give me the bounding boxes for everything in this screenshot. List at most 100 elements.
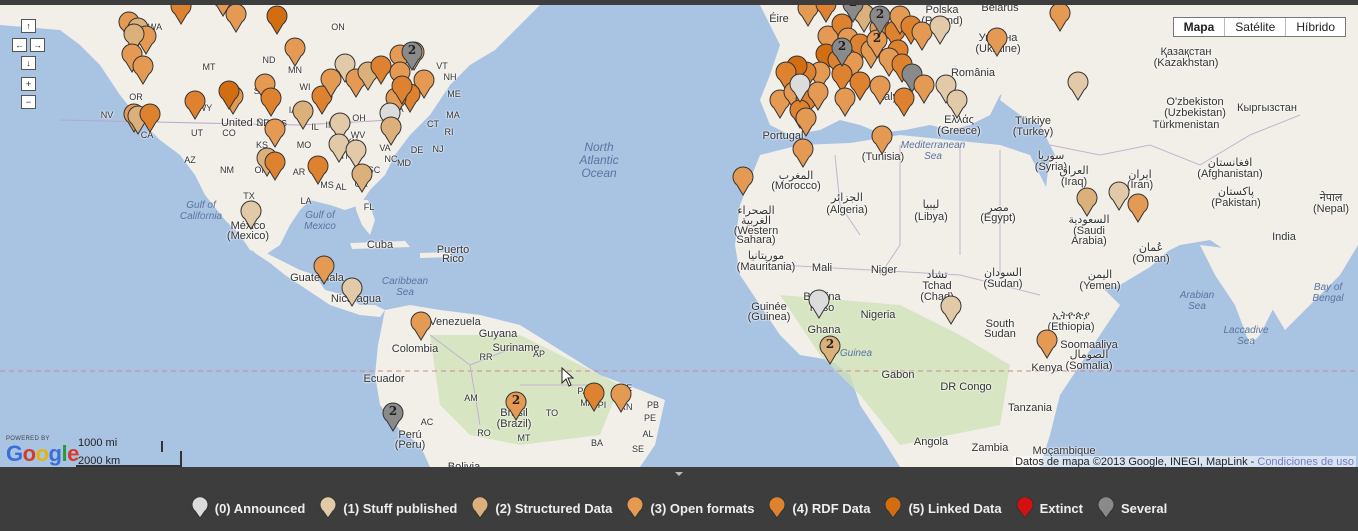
cluster-marker[interactable]: 2: [818, 335, 842, 365]
dataset-marker[interactable]: [217, 80, 241, 110]
dataset-marker[interactable]: [263, 118, 287, 148]
cluster-marker[interactable]: 2: [504, 391, 528, 421]
ocean-label: Atlantic: [579, 153, 619, 167]
pan-right-button[interactable]: →: [30, 38, 45, 52]
pan-down-button[interactable]: ↓: [21, 56, 36, 70]
pan-left-button[interactable]: ←: [12, 38, 27, 52]
state-label: ND: [262, 55, 276, 65]
dataset-marker[interactable]: [870, 125, 894, 155]
scale-metric: 2000 km: [78, 455, 121, 467]
country-label: Türkmenistan: [1152, 119, 1220, 131]
country-label: (Pakistan): [1211, 197, 1261, 209]
dataset-marker[interactable]: [945, 89, 969, 119]
dataset-marker[interactable]: [1035, 329, 1059, 359]
dataset-marker[interactable]: [350, 163, 374, 193]
country-label: (Mauritania): [736, 261, 796, 273]
dataset-marker[interactable]: [985, 27, 1009, 57]
sea-label: Sea: [1237, 336, 1255, 347]
dataset-marker[interactable]: [791, 138, 815, 168]
state-label: PE: [643, 413, 657, 423]
dataset-marker[interactable]: [340, 277, 364, 307]
marker-open-formats-icon: [626, 497, 644, 519]
map-type-hybrid-button[interactable]: Híbrido: [1286, 18, 1345, 36]
google-logo[interactable]: POWERED BY Google: [6, 436, 79, 467]
state-label: FL: [363, 202, 375, 212]
dataset-marker[interactable]: [239, 200, 263, 230]
sea-label: Mexico: [304, 221, 336, 232]
sea-label: Bengal: [1312, 293, 1344, 304]
dataset-marker[interactable]: [1048, 5, 1072, 32]
terms-of-use-link[interactable]: Condiciones de uso: [1257, 456, 1354, 467]
dataset-marker[interactable]: [582, 382, 606, 412]
state-label: RO: [477, 428, 491, 438]
pan-up-button[interactable]: ↑: [21, 19, 36, 33]
dataset-marker[interactable]: [1066, 71, 1090, 101]
legend-item-several: Several: [1097, 497, 1167, 519]
legend: (0) Announced (1) Stuff published (2) St…: [0, 497, 1358, 519]
country-label: Кыргызстан: [1237, 102, 1297, 114]
state-label: OH: [352, 113, 366, 123]
zoom-out-button[interactable]: −: [21, 95, 36, 109]
dataset-marker[interactable]: [409, 311, 433, 341]
country-label: (Peru): [394, 439, 426, 451]
dataset-marker[interactable]: [939, 295, 963, 325]
dataset-marker[interactable]: [169, 5, 193, 25]
dataset-marker[interactable]: [211, 5, 235, 17]
cluster-marker[interactable]: 2: [868, 5, 892, 35]
state-label: AC: [420, 417, 434, 427]
dataset-marker[interactable]: [609, 383, 633, 413]
dataset-marker[interactable]: [1126, 193, 1150, 223]
dataset-marker[interactable]: [390, 75, 414, 105]
country-label: (Kazakhstan): [1153, 57, 1219, 69]
dataset-marker[interactable]: [183, 90, 207, 120]
dataset-marker[interactable]: [794, 107, 818, 137]
scale-tick: [161, 441, 163, 452]
dataset-marker[interactable]: [379, 116, 403, 146]
cluster-marker[interactable]: 2: [830, 37, 854, 67]
marker-several-icon: [1097, 497, 1115, 519]
legend-item-stuff-published: (1) Stuff published: [319, 497, 457, 519]
country-label: Kenya: [1031, 362, 1063, 374]
cluster-marker[interactable]: 2: [841, 5, 865, 23]
legend-item-extinct: Extinct: [1016, 497, 1083, 519]
dataset-marker[interactable]: [928, 15, 952, 45]
dataset-marker[interactable]: [312, 255, 336, 285]
cluster-marker[interactable]: 2: [381, 402, 405, 432]
state-label: MA: [446, 110, 460, 120]
dataset-marker[interactable]: [283, 37, 307, 67]
country-label: Angola: [913, 436, 949, 448]
dataset-marker[interactable]: [306, 155, 330, 185]
state-label: MT: [202, 62, 216, 72]
dataset-marker[interactable]: [138, 103, 162, 133]
state-label: NJ: [432, 144, 444, 154]
dataset-marker[interactable]: [868, 75, 892, 105]
state-label: ME: [447, 89, 461, 99]
dataset-marker[interactable]: [731, 166, 755, 196]
state-label: CO: [222, 128, 236, 138]
dataset-marker[interactable]: [259, 87, 283, 117]
dataset-marker[interactable]: [131, 55, 155, 85]
dataset-marker[interactable]: [1075, 187, 1099, 217]
state-label: NC: [384, 154, 398, 164]
world-map[interactable]: North Atlantic Ocean Gulf of California Gulf …: [0, 0, 1358, 467]
country-label: Sahara): [736, 234, 776, 246]
state-label: LA: [300, 196, 312, 206]
dataset-marker[interactable]: [263, 151, 287, 181]
dataset-marker[interactable]: [807, 289, 831, 319]
legend-item-rdf-data: (4) RDF Data: [768, 497, 870, 519]
zoom-in-button[interactable]: +: [21, 77, 36, 91]
country-label: (Libya): [914, 211, 948, 223]
dataset-marker[interactable]: [912, 74, 936, 104]
map-type-map-button[interactable]: Mapa: [1174, 18, 1226, 36]
map-app: North Atlantic Ocean Gulf of California Gulf …: [0, 0, 1358, 531]
dataset-marker[interactable]: [788, 73, 812, 103]
scale-imperial: 1000 mi: [78, 437, 118, 449]
map-type-satellite-button[interactable]: Satélite: [1225, 18, 1287, 36]
country-label: ليبيا: [922, 199, 940, 211]
country-label: (Morocco): [771, 180, 821, 192]
dataset-marker[interactable]: [265, 5, 289, 35]
collapse-arrow-icon[interactable]: [675, 472, 683, 476]
state-label: ON: [331, 22, 345, 32]
cluster-marker[interactable]: 2: [400, 41, 424, 71]
country-label: Arabia): [1071, 235, 1107, 247]
